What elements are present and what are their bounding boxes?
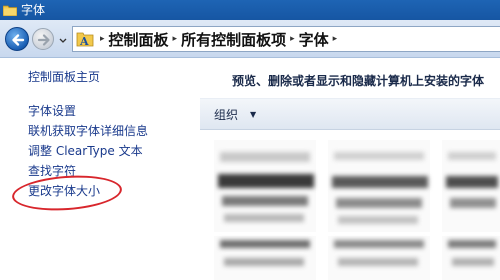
breadcrumb-label: 字体	[298, 30, 329, 49]
breadcrumb-root-arrow[interactable]: ▸	[100, 34, 105, 44]
organize-label: 组织	[214, 107, 239, 122]
forward-button[interactable]	[32, 28, 54, 50]
window-title: 字体	[21, 3, 46, 17]
font-thumbnail[interactable]	[328, 236, 430, 280]
font-thumbnail[interactable]	[328, 140, 430, 232]
svg-text:A: A	[79, 35, 89, 48]
breadcrumb-separator-arrow[interactable]: ▸	[173, 34, 178, 44]
breadcrumb-label: 所有控制面板项	[181, 30, 287, 49]
control-panel-home-link[interactable]: 控制面板主页	[28, 68, 100, 85]
breadcrumb-separator-arrow[interactable]: ▸	[290, 34, 295, 44]
breadcrumb-all-items[interactable]: 所有控制面板项	[181, 29, 286, 50]
address-bar: A ▸ 控制面板 ▸ 所有控制面板项 ▸ 字体 ▸	[0, 20, 500, 58]
address-field[interactable]: A ▸ 控制面板 ▸ 所有控制面板项 ▸ 字体 ▸	[72, 26, 500, 52]
forward-arrow-icon	[37, 34, 50, 46]
recent-pages-dropdown[interactable]	[58, 32, 68, 44]
breadcrumb-fonts[interactable]: 字体	[299, 29, 329, 50]
font-thumbnail[interactable]	[214, 140, 316, 232]
breadcrumb-control-panel[interactable]: 控制面板	[109, 29, 169, 50]
get-font-info-online-link[interactable]: 联机获取字体详细信息	[28, 122, 148, 139]
page-heading: 预览、删除或者显示和隐藏计算机上安装的字体	[232, 74, 485, 88]
chevron-down-icon: ▼	[250, 109, 257, 119]
command-bar: 组织 ▼	[200, 98, 500, 130]
font-settings-link[interactable]: 字体设置	[28, 102, 76, 119]
folder-icon	[3, 4, 17, 16]
back-arrow-icon	[12, 34, 25, 46]
title-bar: 字体	[0, 0, 500, 20]
organize-button[interactable]: 组织 ▼	[214, 106, 256, 123]
back-button[interactable]	[5, 27, 29, 51]
adjust-cleartype-link[interactable]: 调整 ClearType 文本	[28, 142, 143, 159]
font-thumbnail[interactable]	[214, 236, 316, 280]
breadcrumb-separator-arrow[interactable]: ▸	[333, 34, 338, 44]
font-thumbnail[interactable]	[442, 140, 500, 232]
breadcrumb-label: 控制面板	[108, 30, 169, 49]
fonts-folder-icon: A	[76, 30, 94, 48]
left-nav-pane: 控制面板主页 字体设置 联机获取字体详细信息 调整 ClearType 文本 查…	[0, 58, 200, 280]
font-thumbnail[interactable]	[442, 236, 500, 280]
chevron-down-icon	[59, 38, 67, 43]
